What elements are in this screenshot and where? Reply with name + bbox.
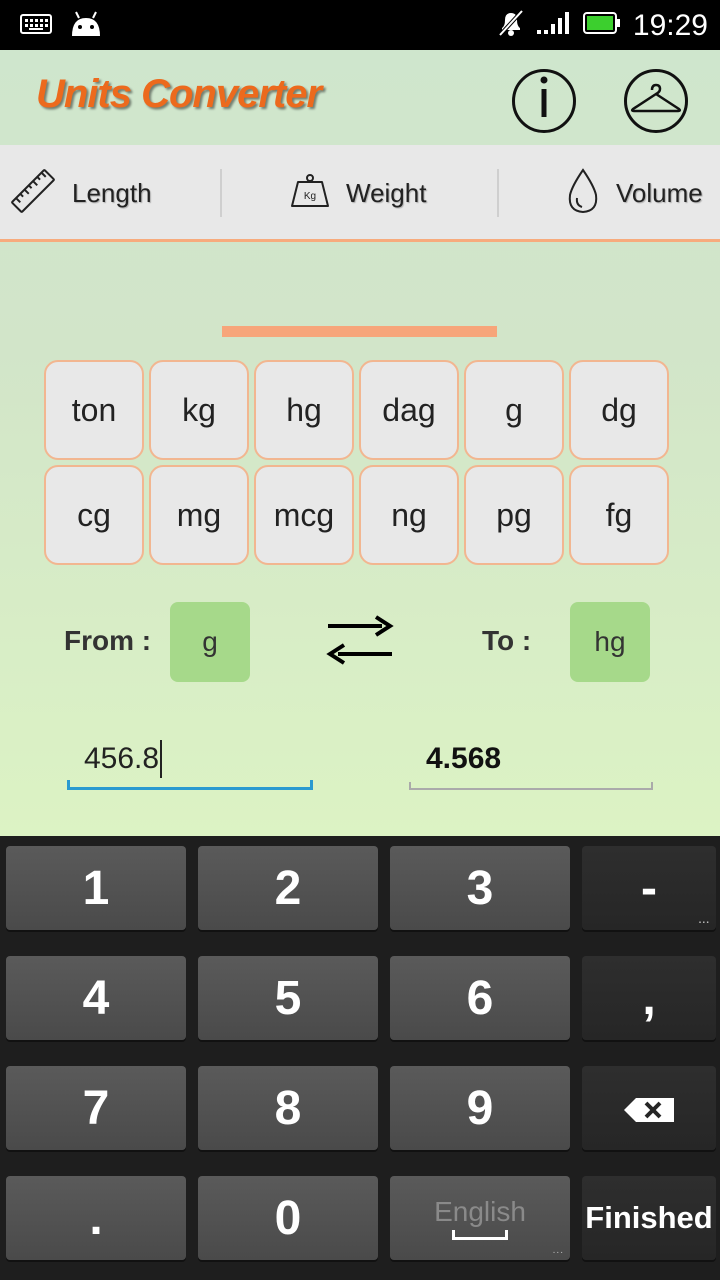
key-4[interactable]: 4 [6, 956, 186, 1040]
key-6[interactable]: 6 [390, 956, 570, 1040]
unit-button-g[interactable]: g [464, 360, 564, 460]
key-backspace[interactable] [582, 1066, 716, 1150]
unit-button-kg[interactable]: kg [149, 360, 249, 460]
key-2[interactable]: 2 [198, 846, 378, 930]
input-value-text: 456.8 [84, 741, 160, 775]
tab-divider [497, 169, 499, 217]
tab-length[interactable]: Length [10, 145, 152, 242]
clock: 19:29 [632, 8, 708, 42]
key-0[interactable]: 0 [198, 1176, 378, 1260]
android-icon [68, 10, 104, 43]
backspace-icon [622, 1081, 676, 1136]
key-3[interactable]: 3 [390, 846, 570, 930]
key-9[interactable]: 9 [390, 1066, 570, 1150]
info-icon [537, 75, 551, 127]
app-header: Units Converter [0, 50, 720, 145]
unit-button-hg[interactable]: hg [254, 360, 354, 460]
numeric-keyboard: 1 2 3 - ... 4 5 6 , 7 8 9 . 0 English ..… [0, 836, 720, 1280]
key-comma[interactable]: , [582, 956, 716, 1040]
tab-label: Weight [346, 178, 427, 208]
to-label: To : [482, 625, 532, 656]
tab-label: Volume [616, 178, 703, 208]
app-content: Units Converter Length Kg Weight Volume … [0, 50, 720, 836]
svg-text:Kg: Kg [304, 191, 316, 202]
key-1[interactable]: 1 [6, 846, 186, 930]
finished-button[interactable]: Finished [582, 1176, 716, 1260]
tab-weight[interactable]: Kg Weight [290, 145, 426, 242]
hanger-icon [629, 82, 683, 121]
status-bar: 19:29 [0, 0, 720, 50]
drop-icon [566, 168, 600, 219]
to-unit-selector[interactable]: hg [570, 602, 650, 682]
unit-button-fg[interactable]: fg [569, 465, 669, 565]
unit-button-mcg[interactable]: mcg [254, 465, 354, 565]
theme-button[interactable] [624, 69, 688, 133]
unit-button-ton[interactable]: ton [44, 360, 144, 460]
swap-arrows-icon [326, 615, 394, 674]
keyboard-icon [20, 13, 52, 40]
output-value-text: 4.568 [426, 742, 502, 775]
mute-icon [497, 8, 525, 43]
tab-divider [220, 169, 222, 217]
key-period[interactable]: . [6, 1176, 186, 1260]
more-symbols-indicator: ... [698, 915, 710, 926]
unit-button-dag[interactable]: dag [359, 360, 459, 460]
weight-icon: Kg [290, 174, 330, 213]
tab-volume[interactable]: Volume [566, 145, 703, 242]
unit-button-pg[interactable]: pg [464, 465, 564, 565]
key-minus-label: - [641, 861, 657, 915]
more-options-indicator: ... [552, 1245, 564, 1256]
signal-icon [536, 10, 571, 41]
category-tabs: Length Kg Weight Volume [0, 145, 720, 337]
unit-button-ng[interactable]: ng [359, 465, 459, 565]
unit-button-cg[interactable]: cg [44, 465, 144, 565]
battery-icon [582, 11, 621, 40]
key-5[interactable]: 5 [198, 956, 378, 1040]
key-space-language[interactable]: English ... [390, 1176, 570, 1260]
ruler-icon [10, 168, 56, 219]
unit-button-mg[interactable]: mg [149, 465, 249, 565]
input-value-field[interactable]: 456.8 [67, 730, 313, 790]
from-unit-selector[interactable]: g [170, 602, 250, 682]
language-label: English [434, 1196, 526, 1227]
output-value-field: 4.568 [409, 730, 653, 790]
tab-label: Length [72, 178, 152, 208]
unit-button-dg[interactable]: dg [569, 360, 669, 460]
space-icon [452, 1230, 508, 1240]
key-7[interactable]: 7 [6, 1066, 186, 1150]
swap-button[interactable] [326, 610, 394, 670]
key-8[interactable]: 8 [198, 1066, 378, 1150]
key-minus[interactable]: - ... [582, 846, 716, 930]
text-cursor [160, 739, 163, 778]
tab-indicator [222, 326, 497, 337]
app-title: Units Converter [36, 72, 322, 116]
from-label: From : [64, 625, 152, 656]
info-button[interactable] [512, 69, 576, 133]
